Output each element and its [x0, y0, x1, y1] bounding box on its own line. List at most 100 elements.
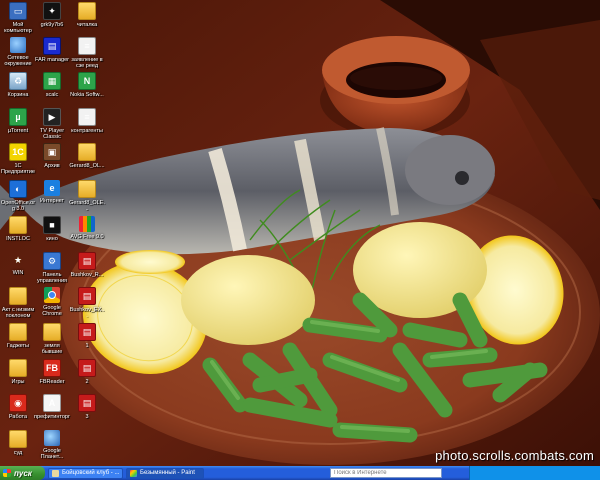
desktop-icon-label: контрагенты — [71, 128, 103, 134]
desktop-icon-grk9y7b6[interactable]: ✦ grk9y7b6 — [34, 2, 70, 28]
desktop-icon-1c[interactable]: 1С 1С Предприятие — [0, 143, 36, 175]
desktop-icon-archive[interactable]: ▣ Архив — [34, 143, 70, 169]
desktop-icon-kontragenty[interactable]: ≡ контрагенты — [69, 108, 105, 134]
desktop-icon-label: Gerard8_OLE... — [69, 200, 105, 212]
desktop-icon-label: суд — [13, 450, 23, 456]
app-icon: ✦ — [43, 2, 61, 20]
network-icon — [10, 37, 26, 53]
avg-icon — [79, 216, 95, 232]
desktop-icon-akt[interactable]: Акт с низким поклоном — [0, 287, 36, 319]
desktop-icon-gerard8-ol[interactable]: Gerard8_OL... — [69, 143, 105, 169]
desktop-icon-chitalka[interactable]: читалка — [69, 2, 105, 28]
desktop-icon-label: grk9y7b6 — [40, 22, 64, 28]
start-button[interactable]: пуск — [0, 466, 45, 480]
desktop-icon-label: Игры — [11, 379, 25, 385]
desktop-icon-label: Мой компьютер — [4, 22, 32, 34]
taskbar-search-input[interactable] — [330, 468, 442, 478]
taskbar-button-label: Безымянный - Paint — [140, 470, 195, 476]
start-label: пуск — [14, 468, 32, 478]
movie-icon: ■ — [43, 216, 61, 234]
desktop-icon-court[interactable]: суд — [0, 430, 36, 456]
desktop-icon-label: WIN — [12, 270, 24, 276]
folder-icon — [78, 143, 96, 161]
desktop-icon-win[interactable]: ★ WIN — [0, 252, 36, 276]
folder-icon — [9, 359, 27, 377]
desktop-icon-label: Gerard8_OL... — [69, 163, 105, 169]
control-panel-icon: ⚙ — [43, 252, 61, 270]
taskbar-button-fight-club[interactable]: Бойцовский клуб - ... — [48, 467, 123, 479]
pdf-icon: ▤ — [78, 323, 96, 341]
desktop-icon-label: Интернет — [40, 198, 64, 204]
desktop-icon-instloc[interactable]: INSTLOC — [0, 216, 36, 242]
chrome-icon — [44, 287, 60, 303]
desktop-icon-scalc[interactable]: ▦ scalc — [34, 72, 70, 98]
1c-icon: 1С — [9, 143, 27, 161]
recycle-bin-icon: ♻ — [9, 72, 27, 90]
desktop-icon-label: префитинторг — [34, 414, 70, 420]
desktop-icon-recycle-bin[interactable]: ♻ Корзина — [0, 72, 36, 98]
folder-icon — [9, 287, 27, 305]
desktop-icon-nokia[interactable]: N Nokia Softw... — [69, 72, 105, 98]
desktop-icon-utorrent[interactable]: µ µTorrent — [0, 108, 36, 134]
paint-icon — [130, 469, 137, 477]
pdf-icon: ▤ — [78, 252, 96, 270]
desktop-icon-prefitintorg[interactable]: A префитинторг — [34, 394, 70, 420]
red-app-icon: ◉ — [9, 394, 27, 412]
desktop-icon-tv-player[interactable]: ▶ TV Player Classic — [34, 108, 70, 140]
desktop-icon-work[interactable]: ◉ Работа — [0, 394, 36, 420]
desktop-icon-label: FBReader — [39, 379, 65, 385]
desktop-icon-fbreader[interactable]: FB FBReader — [34, 359, 70, 385]
taskbar-button-paint[interactable]: Безымянный - Paint — [126, 467, 204, 479]
desktop-icon-label: читалка — [76, 22, 98, 28]
document-icon: ≡ — [78, 108, 96, 126]
folder-icon — [78, 180, 96, 198]
desktop-icon-network[interactable]: Сетевое окружение — [0, 37, 36, 67]
desktop-icon-label: 1С Предприятие — [1, 163, 35, 175]
windows-logo-icon — [3, 469, 11, 477]
google-earth-icon — [44, 430, 60, 446]
desktop-icon-label: 2 — [85, 379, 89, 385]
folder-icon — [43, 323, 61, 341]
desktop-icon-label: Акт с низким поклоном — [1, 307, 35, 319]
desktop-icon-zemlya[interactable]: земля бывшие — [34, 323, 70, 355]
desktop-icon-label: кино — [46, 236, 58, 242]
desktop-icon-zayavlenie[interactable]: ≡ заявление в сзе реед — [69, 37, 105, 69]
openoffice-icon: ◐ — [9, 180, 27, 198]
desktop-icon-avg[interactable]: AVG Free 9.0 — [69, 216, 105, 240]
desktop-icon-chrome[interactable]: Google Chrome — [34, 287, 70, 317]
tv-icon: ▶ — [43, 108, 61, 126]
desktop-icon-google-earth[interactable]: Google Планет... — [34, 430, 70, 460]
pdf-icon: ▤ — [78, 359, 96, 377]
taskbar-button-label: Бойцовский клуб - ... — [62, 470, 120, 476]
desktop-icon-label: scalc — [45, 92, 59, 98]
desktop-icon-label: Панель управления — [37, 272, 67, 284]
desktop-icon-gadgets[interactable]: Гаджеты — [0, 323, 36, 349]
desktop-icon-control-panel[interactable]: ⚙ Панель управления — [34, 252, 70, 284]
archive-icon: ▣ — [43, 143, 61, 161]
desktop-icon-my-computer[interactable]: ▭ Мой компьютер — [0, 2, 36, 34]
desktop-icon-openoffice[interactable]: ◐ OpenOffice.org 3.0 — [0, 180, 36, 212]
desktop-icon-bushkov-ex[interactable]: ▤ Bushkov_EX... — [69, 287, 105, 319]
desktop-icon-gerard8-ole[interactable]: Gerard8_OLE... — [69, 180, 105, 212]
desktop-icon-far[interactable]: ▤ FAR manager — [34, 37, 70, 63]
desktop-icon-internet[interactable]: e Интернет — [34, 180, 70, 204]
desktop-icon-bushkov-r[interactable]: ▤ Bushkov_R... — [69, 252, 105, 278]
desktop-icon-games[interactable]: Игры — [0, 359, 36, 385]
desktop-icon-file-2[interactable]: ▤ 2 — [69, 359, 105, 385]
desktop-icon-label: Архив — [44, 163, 60, 169]
browser-icon — [52, 469, 59, 477]
nokia-icon: N — [78, 72, 96, 90]
desktop-icon-label: заявление в сзе реед — [71, 57, 103, 69]
desktop-icon-label: Google Chrome — [42, 305, 62, 317]
desktop-icon-label: 1 — [85, 343, 89, 349]
folder-icon — [9, 323, 27, 341]
desktop-icon-kino[interactable]: ■ кино — [34, 216, 70, 242]
watermark: photo.scrolls.combats.com — [435, 448, 594, 463]
folder-icon — [78, 2, 96, 20]
desktop-icon-label: Bushkov_R... — [70, 272, 104, 278]
desktop-icon-file-3[interactable]: ▤ 3 — [69, 394, 105, 420]
desktop-icon-label: INSTLOC — [6, 236, 30, 242]
desktop-icon-file-1[interactable]: ▤ 1 — [69, 323, 105, 349]
utorrent-icon: µ — [9, 108, 27, 126]
desktop-icon-label: Корзина — [7, 92, 29, 98]
